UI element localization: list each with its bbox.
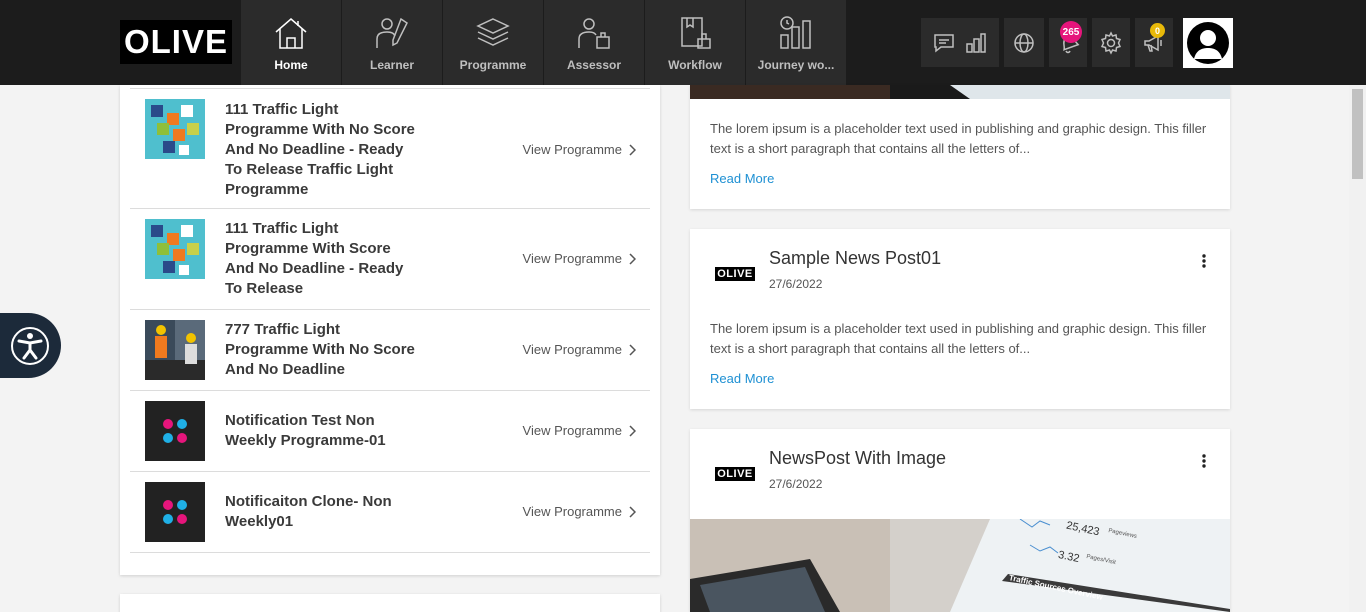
- nav-home-label: Home: [274, 58, 308, 72]
- news-title[interactable]: Sample News Post01: [769, 248, 941, 269]
- journey-icon: [780, 16, 811, 49]
- read-more-link[interactable]: Read More: [710, 371, 774, 386]
- nav-home[interactable]: Home: [241, 0, 342, 85]
- top-navigation-bar: OLIVE Home Learner Programme Assessor Wo…: [0, 0, 1366, 85]
- messages-reports-button[interactable]: [921, 18, 999, 67]
- news-body: The lorem ipsum is a placeholder text us…: [710, 321, 1207, 356]
- programme-title[interactable]: 111 Traffic Light Programme With No Scor…: [225, 100, 415, 200]
- view-programme-link[interactable]: View Programme: [523, 423, 636, 438]
- dots-thumbnail: [145, 401, 205, 461]
- notifications-button[interactable]: 265: [1049, 18, 1087, 67]
- learner-icon: [376, 17, 408, 48]
- user-avatar-icon: [1187, 22, 1229, 64]
- programme-row: Notification Test Non Weekly Programme-0…: [130, 391, 650, 472]
- news-date: 27/6/2022: [769, 477, 823, 491]
- chevron-right-icon: [629, 252, 636, 265]
- news-image-strip: [690, 85, 1230, 99]
- nav-programme[interactable]: Programme: [443, 0, 544, 85]
- nav-workflow[interactable]: Workflow: [645, 0, 746, 85]
- dots-thumbnail: [145, 482, 205, 542]
- programme-title[interactable]: 777 Traffic Light Programme With No Scor…: [225, 320, 415, 380]
- programme-list-card: 111 Traffic Light Programme With No Scor…: [120, 85, 660, 575]
- more-options-icon[interactable]: [1198, 453, 1210, 469]
- news-author-logo: OLIVE: [715, 267, 755, 281]
- chevron-right-icon: [629, 143, 636, 156]
- nav-programme-label: Programme: [459, 58, 527, 72]
- accessibility-icon: [10, 326, 49, 365]
- programme-row: 777 Traffic Light Programme With No Scor…: [130, 310, 650, 391]
- programme-title[interactable]: Notification Test Non Weekly Programme-0…: [225, 411, 415, 451]
- more-options-icon[interactable]: [1198, 253, 1210, 269]
- read-more-link[interactable]: Read More: [710, 171, 774, 186]
- nav-learner[interactable]: Learner: [342, 0, 443, 85]
- home-icon: [275, 18, 307, 49]
- analytics-photo: [690, 519, 1230, 612]
- header-tools: 265 0: [921, 18, 1233, 68]
- bar-chart-icon: [966, 32, 986, 53]
- language-button[interactable]: [1004, 18, 1044, 67]
- nav-workflow-label: Workflow: [668, 58, 722, 72]
- chevron-right-icon: [629, 343, 636, 356]
- programme-icon: [476, 18, 510, 46]
- chevron-right-icon: [629, 505, 636, 518]
- puzzle-thumbnail: [145, 219, 205, 279]
- globe-icon: [1014, 32, 1034, 53]
- news-body: The lorem ipsum is a placeholder text us…: [710, 121, 1207, 156]
- announcements-count-badge: 0: [1150, 23, 1165, 38]
- page-scrollbar-thumb[interactable]: [1352, 89, 1363, 179]
- notifications-count-badge: 265: [1060, 21, 1082, 43]
- programme-title[interactable]: Notificaiton Clone- Non Weekly01: [225, 492, 415, 532]
- nav-learner-label: Learner: [369, 58, 415, 72]
- programme-row: 111 Traffic Light Programme With Score A…: [130, 209, 650, 310]
- nav-journey[interactable]: Journey wo...: [746, 0, 847, 85]
- news-author-logo: OLIVE: [715, 467, 755, 481]
- view-programme-label: View Programme: [522, 251, 622, 266]
- assessor-icon: [578, 18, 610, 49]
- view-programme-link[interactable]: View Programme: [523, 142, 636, 157]
- gear-icon: [1100, 30, 1122, 55]
- nav-assessor[interactable]: Assessor: [544, 0, 645, 85]
- view-programme-label: View Programme: [522, 142, 622, 157]
- view-programme-label: View Programme: [522, 504, 622, 519]
- workers-thumbnail: [145, 320, 205, 380]
- programme-title[interactable]: 111 Traffic Light Programme With Score A…: [225, 219, 415, 299]
- programme-row: 111 Traffic Light Programme With No Scor…: [130, 88, 650, 209]
- news-image: 25,423 Pageviews 3.32 Pages/Visit Traffi…: [690, 519, 1230, 612]
- news-card: OLIVE Sample News Post01 27/6/2022 The l…: [690, 229, 1230, 409]
- workflow-icon: [681, 17, 711, 49]
- puzzle-thumbnail: [145, 99, 205, 159]
- olive-logo[interactable]: OLIVE: [120, 20, 232, 64]
- news-date: 27/6/2022: [769, 277, 823, 291]
- view-programme-label: View Programme: [522, 423, 622, 438]
- accessibility-button[interactable]: [0, 313, 61, 378]
- news-card: OLIVE NewsPost With Image 27/6/2022 25,4…: [690, 429, 1230, 612]
- chat-icon: [934, 33, 954, 53]
- user-avatar[interactable]: [1183, 18, 1233, 68]
- news-title[interactable]: NewsPost With Image: [769, 448, 946, 469]
- announcements-button[interactable]: 0: [1135, 18, 1173, 67]
- programme-row: Notificaiton Clone- Non Weekly01 View Pr…: [130, 472, 650, 553]
- chevron-right-icon: [629, 424, 636, 437]
- view-programme-link[interactable]: View Programme: [523, 504, 636, 519]
- view-programme-label: View Programme: [522, 342, 622, 357]
- settings-button[interactable]: [1092, 18, 1130, 67]
- secondary-card: [120, 594, 660, 612]
- view-programme-link[interactable]: View Programme: [523, 342, 636, 357]
- main-nav: Home Learner Programme Assessor Workflow: [241, 0, 847, 85]
- nav-assessor-label: Assessor: [566, 58, 622, 72]
- news-card: The lorem ipsum is a placeholder text us…: [690, 85, 1230, 209]
- nav-journey-label: Journey wo...: [757, 58, 835, 72]
- view-programme-link[interactable]: View Programme: [523, 251, 636, 266]
